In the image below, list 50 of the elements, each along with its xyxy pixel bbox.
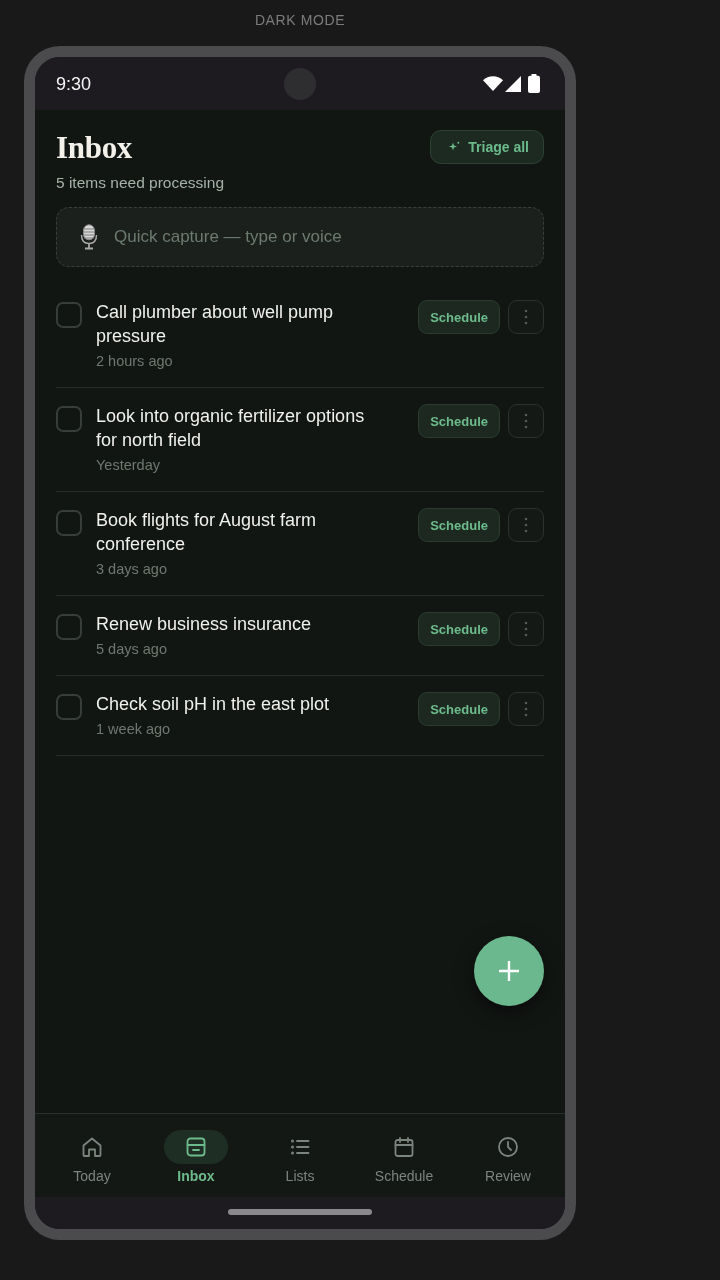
- microphone-icon: [80, 224, 98, 250]
- schedule-button[interactable]: Schedule: [418, 300, 500, 334]
- nav-tab[interactable]: Review: [456, 1114, 560, 1197]
- battery-icon: [528, 74, 540, 93]
- task-title: Call plumber about well pump pressure: [96, 301, 335, 348]
- task-title: Look into organic fertilizer options for north field: [96, 405, 366, 452]
- more-icon: [524, 413, 528, 429]
- more-icon: [524, 517, 528, 533]
- checkbox[interactable]: [56, 406, 82, 432]
- task-title: Book flights for August farm conference: [96, 509, 318, 556]
- checkbox[interactable]: [56, 302, 82, 328]
- plus-icon: [499, 961, 519, 981]
- more-button[interactable]: [508, 404, 544, 438]
- wifi-icon: [483, 76, 503, 91]
- schedule-button[interactable]: Schedule: [418, 612, 500, 646]
- schedule-button[interactable]: Schedule: [418, 404, 500, 438]
- archive-box-icon: [164, 1130, 228, 1164]
- checkbox[interactable]: [56, 614, 82, 640]
- more-icon: [524, 309, 528, 325]
- task-time: 3 days ago: [96, 560, 168, 579]
- page-title: Inbox: [56, 130, 134, 166]
- mode-caption: DARK MODE: [254, 12, 346, 28]
- more-icon: [524, 621, 528, 637]
- task-time: 5 days ago: [96, 640, 168, 659]
- clock-icon: [496, 1135, 520, 1159]
- status-time: 9:30: [56, 72, 92, 95]
- checkbox[interactable]: [56, 510, 82, 536]
- nav-tab[interactable]: Schedule: [352, 1114, 456, 1197]
- checkbox[interactable]: [56, 694, 82, 720]
- home-icon: [80, 1135, 104, 1159]
- more-button[interactable]: [508, 612, 544, 646]
- signal-icon: [505, 75, 521, 92]
- schedule-button[interactable]: Schedule: [418, 508, 500, 542]
- more-button[interactable]: [508, 508, 544, 542]
- triage-all-button[interactable]: Triage all: [430, 130, 544, 164]
- subtitle: 5 items need processing: [56, 173, 224, 193]
- calendar-icon: [392, 1135, 416, 1159]
- task-title: Renew business insurance: [96, 613, 313, 636]
- schedule-button[interactable]: Schedule: [418, 692, 500, 726]
- more-icon: [524, 701, 528, 717]
- task-time: Yesterday: [96, 456, 161, 475]
- nav-tab[interactable]: Lists: [248, 1114, 352, 1197]
- task-time: 1 week ago: [96, 720, 172, 739]
- task-time: 2 hours ago: [96, 352, 174, 371]
- task-title: Check soil pH in the east plot: [96, 693, 331, 716]
- nav-tab[interactable]: Inbox: [144, 1114, 248, 1197]
- more-button[interactable]: [508, 300, 544, 334]
- quick-capture-field[interactable]: Quick capture — type or voice: [56, 207, 544, 267]
- more-button[interactable]: [508, 692, 544, 726]
- nav-tab[interactable]: Today: [40, 1114, 144, 1197]
